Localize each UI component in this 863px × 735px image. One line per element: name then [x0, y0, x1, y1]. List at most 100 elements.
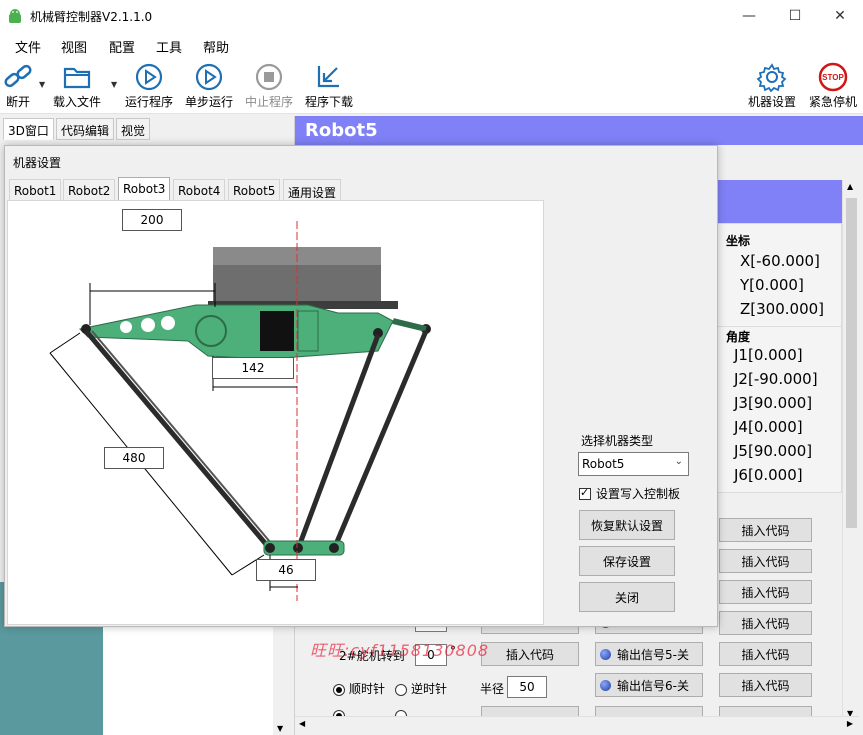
menu-config[interactable]: 配置 — [109, 37, 135, 56]
coordinate-panel: 坐标 X[-60.000] Y[0.000] Z[300.000] 角度 J1[… — [717, 223, 842, 493]
angle-title: 角度 — [726, 330, 751, 344]
insert-code-button[interactable]: 插入代码 — [719, 642, 812, 666]
joint — [329, 543, 339, 553]
chevron-down-icon: ⌄ — [674, 456, 683, 467]
tab-3d-window[interactable]: 3D窗口 — [3, 118, 54, 140]
dim-offset-input[interactable]: 142 — [212, 357, 294, 379]
download-arrow-icon — [317, 66, 339, 88]
machine-settings-button[interactable]: 机器设置 — [745, 62, 799, 112]
chevron-up-icon[interactable]: ▲ — [847, 182, 853, 191]
emergency-stop-button[interactable]: STOP 紧急停机 — [806, 62, 860, 112]
insert-code-button[interactable]: 插入代码 — [719, 549, 812, 573]
motor-mount — [297, 310, 319, 352]
load-file-button[interactable]: 载入文件 — [50, 62, 104, 112]
restore-default-button[interactable]: 恢复默认设置 — [579, 510, 675, 540]
carbon-rod — [331, 330, 429, 550]
tab-robot3[interactable]: Robot3 — [118, 177, 171, 201]
close-dialog-button[interactable]: 关闭 — [579, 582, 675, 612]
step-run-button[interactable]: 单步运行 — [183, 62, 235, 112]
dim-top-width-input[interactable]: 200 — [122, 209, 182, 231]
svg-text:STOP: STOP — [822, 73, 844, 82]
tab-code-editor[interactable]: 代码编辑 — [56, 118, 115, 140]
radius-input[interactable]: 50 — [507, 676, 547, 698]
menu-help[interactable]: 帮助 — [203, 37, 229, 56]
arm-hole — [141, 318, 155, 332]
chevron-down-icon[interactable]: ▼ — [39, 80, 45, 89]
insert-code-button[interactable]: 插入代码 — [481, 642, 579, 666]
coord-title: 坐标 — [726, 234, 751, 248]
dim-effector-input[interactable]: 46 — [256, 559, 316, 581]
insert-code-button[interactable]: 插入代码 — [719, 518, 812, 542]
status-banner — [717, 180, 842, 223]
write-board-checkbox[interactable]: 设置写入控制板 — [579, 485, 680, 502]
robot-type-select[interactable]: Robot5 ⌄ — [578, 452, 689, 476]
counter-clockwise-radio[interactable]: 逆时针 — [395, 680, 447, 697]
machine-settings-dialog: 机器设置 Robot1 Robot2 Robot3 Robot4 Robot5 … — [4, 145, 718, 627]
window-title: 机械臂控制器V2.1.1.0 — [30, 10, 153, 24]
led-icon — [600, 648, 611, 660]
menu-bar: 文件 视图 配置 工具 帮助 — [0, 32, 863, 58]
angle-j6: J6[0.000] — [734, 466, 803, 484]
menu-file[interactable]: 文件 — [15, 37, 41, 56]
angle-j4: J4[0.000] — [734, 418, 803, 436]
chevron-down-icon[interactable]: ▼ — [111, 80, 117, 89]
insert-code-button[interactable]: 插入代码 — [719, 611, 812, 635]
menu-tools[interactable]: 工具 — [156, 37, 182, 56]
dimension-line — [49, 332, 81, 354]
minimize-button[interactable]: — — [726, 0, 772, 32]
tab-vision[interactable]: 视觉 — [116, 118, 151, 140]
servo-motor — [260, 311, 294, 351]
dim-arm-length-input[interactable]: 480 — [104, 447, 164, 469]
angle-j5: J5[90.000] — [734, 442, 813, 460]
right-scrollbar[interactable]: ▲ ▼ — [842, 180, 859, 720]
stop-program-button[interactable]: 中止程序 — [243, 62, 295, 112]
menu-view[interactable]: 视图 — [61, 37, 87, 56]
watermark: 旺旺:cyf1158130808 — [310, 641, 490, 660]
gear-icon — [756, 63, 787, 92]
angle-j2: J2[-90.000] — [734, 370, 818, 388]
coord-x: X[-60.000] — [740, 252, 820, 270]
play-icon — [135, 63, 163, 91]
chevron-left-icon[interactable]: ◀ — [299, 719, 305, 728]
coord-y: Y[0.000] — [740, 276, 804, 294]
insert-code-button[interactable]: 插入代码 — [719, 580, 812, 604]
joint — [265, 543, 275, 553]
select-type-label: 选择机器类型 — [581, 434, 654, 448]
link-icon — [4, 64, 32, 88]
tab-general-settings[interactable]: 通用设置 — [283, 179, 342, 201]
coord-z: Z[300.000] — [740, 300, 825, 318]
android-app-icon — [9, 9, 21, 23]
arm-hole — [120, 321, 132, 333]
maximize-button[interactable]: ☐ — [772, 0, 818, 32]
output-signal-6-button[interactable]: 输出信号6-关 — [595, 673, 703, 697]
carbon-rod — [295, 334, 381, 550]
chevron-right-icon[interactable]: ▶ — [847, 719, 853, 728]
tab-robot5[interactable]: Robot5 — [228, 179, 281, 201]
radius-label: 半径 — [480, 682, 505, 696]
dialog-title: 机器设置 — [13, 156, 62, 170]
tab-robot1[interactable]: Robot1 — [9, 179, 62, 201]
insert-code-button[interactable]: 插入代码 — [719, 673, 812, 697]
stop-circle-icon — [255, 63, 283, 91]
step-play-icon — [195, 63, 223, 91]
tab-robot4[interactable]: Robot4 — [173, 179, 226, 201]
clockwise-radio[interactable]: 顺时针 — [333, 680, 385, 697]
run-program-button[interactable]: 运行程序 — [123, 62, 175, 112]
output-signal-5-button[interactable]: 输出信号5-关 — [595, 642, 703, 666]
save-settings-button[interactable]: 保存设置 — [579, 546, 675, 576]
tab-robot2[interactable]: Robot2 — [63, 179, 116, 201]
horizontal-scrollbar[interactable]: ◀ ▶ — [295, 716, 859, 733]
robot-banner: Robot5 — [295, 116, 863, 145]
toolbar: 断开 ▼ 载入文件 ▼ 运行程序 单步运行 中止程序 程序下载 机器设置 STO… — [0, 58, 863, 114]
chevron-down-icon[interactable]: ▼ — [277, 724, 283, 733]
joint-link — [392, 318, 427, 332]
scrollbar-thumb[interactable] — [846, 198, 857, 528]
radio-icon — [333, 683, 345, 696]
download-program-button[interactable]: 程序下载 — [303, 62, 355, 112]
arm-hole — [161, 316, 175, 330]
led-icon — [600, 679, 611, 691]
stop-sign-icon: STOP — [818, 62, 848, 92]
disconnect-button[interactable]: 断开 — [0, 62, 36, 112]
close-window-button[interactable]: ✕ — [817, 0, 863, 32]
checkbox-icon — [579, 486, 591, 500]
